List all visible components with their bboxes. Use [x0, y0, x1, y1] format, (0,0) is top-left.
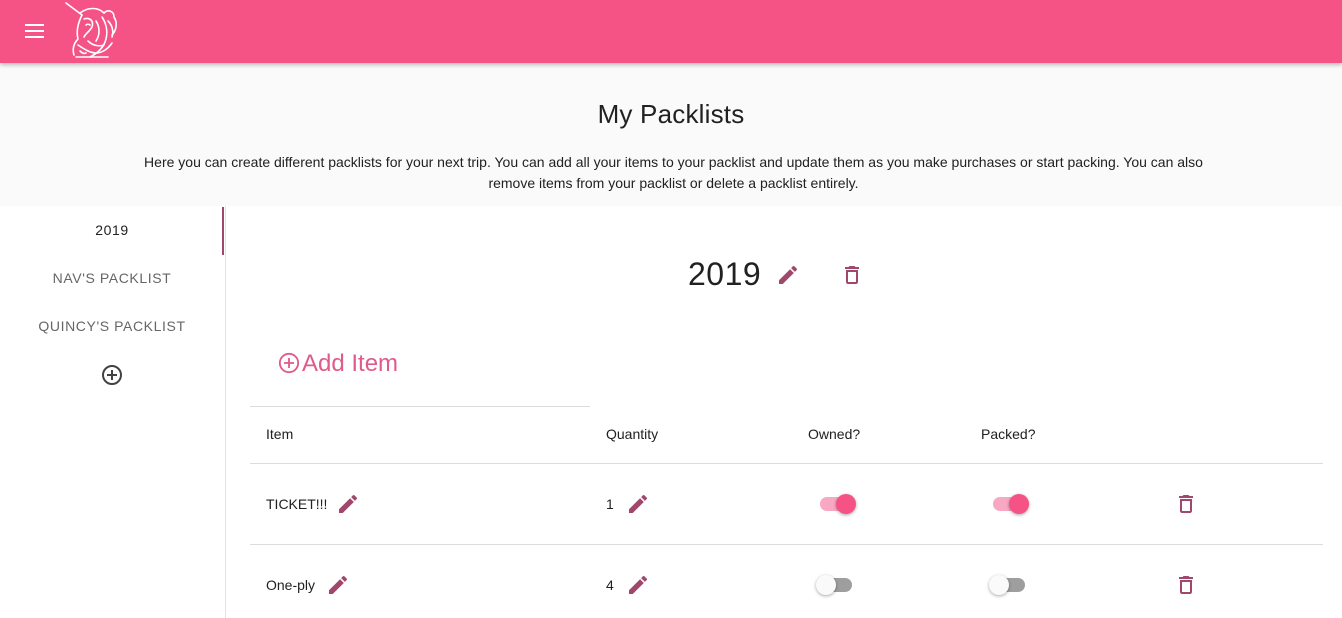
- toggle-thumb: [989, 575, 1009, 595]
- row-divider: [250, 544, 1323, 545]
- hero-section: My Packlists Here you can create differe…: [0, 63, 1342, 206]
- owned-toggle[interactable]: [816, 573, 854, 597]
- add-circle-icon: [278, 352, 300, 374]
- active-indicator: [222, 207, 224, 255]
- add-item-label: Add Item: [302, 350, 399, 377]
- sidebar-item-navs-packlist[interactable]: Nav's Packlist: [0, 254, 224, 302]
- menu-icon[interactable]: [22, 19, 48, 45]
- column-header-item: Item: [266, 426, 294, 442]
- pencil-icon[interactable]: [326, 573, 350, 597]
- owned-toggle[interactable]: [818, 492, 856, 516]
- trash-icon[interactable]: [1174, 573, 1198, 597]
- page-description: Here you can create different packlists …: [144, 154, 1203, 191]
- item-quantity: 4: [606, 577, 614, 593]
- page-title: My Packlists: [597, 99, 745, 129]
- packlist-title: 2019: [688, 256, 762, 292]
- column-header-owned: Owned?: [808, 426, 861, 442]
- sidebar-item-label: 2019: [95, 222, 129, 238]
- sidebar-item-label: Nav's Packlist: [52, 270, 172, 286]
- packlist-sidebar: 2019 Nav's Packlist Quincy's Packlist: [0, 206, 226, 618]
- pencil-icon[interactable]: [626, 573, 650, 597]
- pencil-icon[interactable]: [336, 492, 360, 516]
- trash-icon[interactable]: [1174, 492, 1198, 516]
- packlist-panel: 2019 Add Item Item Quantity Owned? Packe…: [226, 206, 1342, 618]
- packed-toggle[interactable]: [991, 492, 1029, 516]
- unicorn-logo-icon[interactable]: [62, 1, 120, 61]
- table-header-divider: [250, 463, 1323, 464]
- toggle-thumb: [1009, 494, 1029, 514]
- app-bar: [0, 0, 1342, 63]
- item-name: One-ply: [266, 577, 316, 593]
- add-circle-icon[interactable]: [100, 363, 124, 387]
- pencil-icon[interactable]: [626, 492, 650, 516]
- sidebar-item-2019[interactable]: 2019: [0, 206, 224, 254]
- column-header-quantity: Quantity: [606, 426, 659, 442]
- add-item-divider: [250, 406, 590, 407]
- pencil-icon[interactable]: [776, 263, 800, 287]
- trash-icon[interactable]: [840, 263, 864, 287]
- item-quantity: 1: [606, 496, 614, 512]
- toggle-thumb: [836, 494, 856, 514]
- column-header-packed: Packed?: [981, 426, 1036, 442]
- packed-toggle[interactable]: [989, 573, 1027, 597]
- sidebar-item-quincys-packlist[interactable]: Quincy's Packlist: [0, 302, 224, 350]
- item-name: TICKET!!!: [266, 496, 328, 512]
- sidebar-item-label: Quincy's Packlist: [38, 318, 186, 334]
- toggle-thumb: [816, 575, 836, 595]
